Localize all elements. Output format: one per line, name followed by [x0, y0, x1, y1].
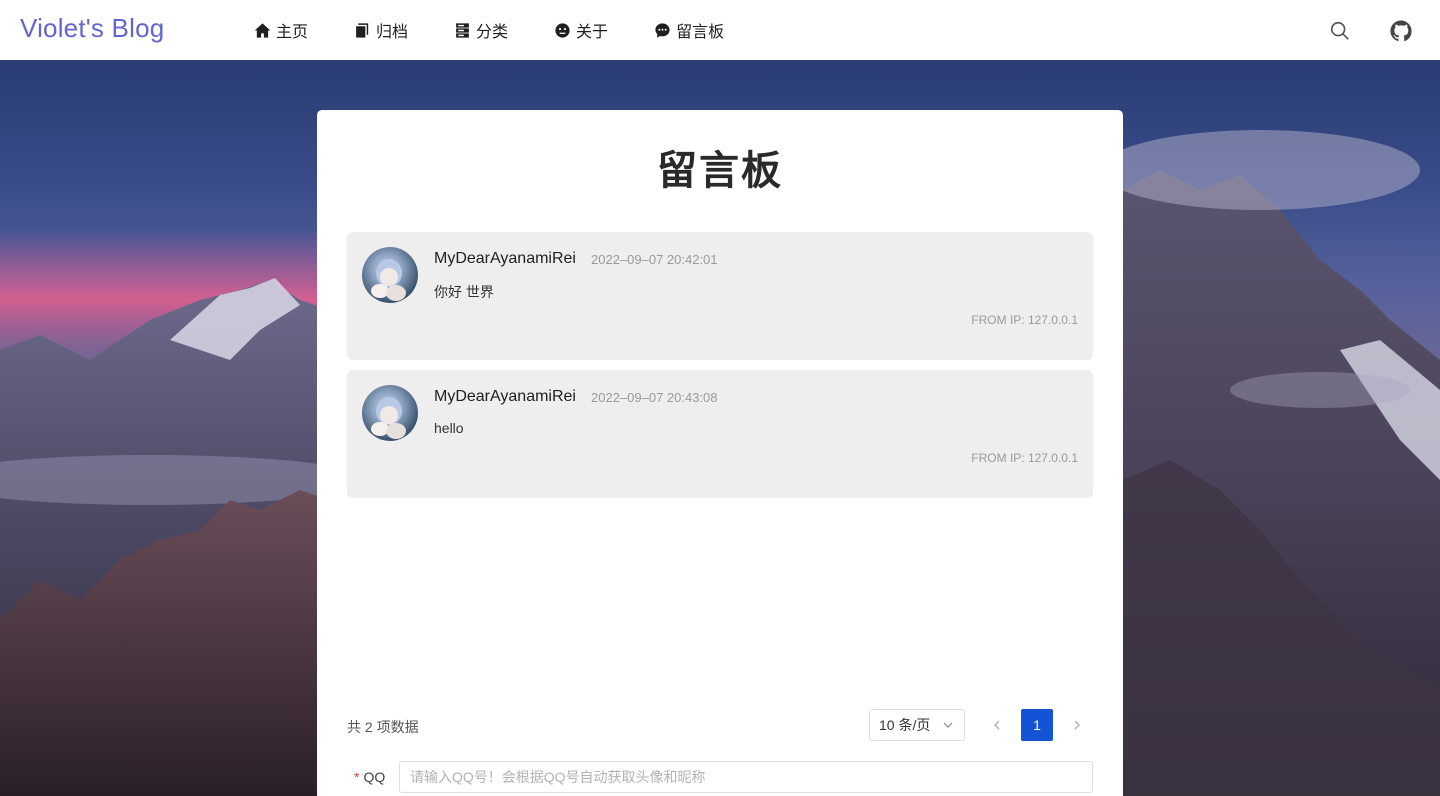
avatar-image: [371, 397, 406, 439]
message-timestamp: 2022–09–07 20:42:01: [591, 252, 718, 267]
avatar-image: [371, 259, 406, 301]
page-size-select[interactable]: 10 条/页: [869, 709, 965, 741]
page-title: 留言板: [657, 149, 783, 193]
search-icon[interactable]: [1329, 20, 1351, 42]
page-prev-button[interactable]: [988, 715, 1006, 735]
avatar: [362, 385, 418, 441]
message-item: MyDearAyanamiRei 2022–09–07 20:42:01 你好 …: [347, 232, 1093, 360]
nav-item-label: 分类: [476, 24, 509, 41]
site-logo[interactable]: Violet's Blog: [20, 13, 164, 44]
chevron-down-icon: [943, 722, 953, 728]
nav-item-about[interactable]: 关于: [554, 0, 608, 60]
message-ip: FROM IP: 127.0.0.1: [971, 313, 1078, 327]
message-timestamp: 2022–09–07 20:43:08: [591, 390, 718, 405]
nav-item-archive[interactable]: 归档: [354, 0, 408, 60]
qq-field-label: * QQ: [354, 769, 385, 785]
qq-label-text: QQ: [363, 769, 386, 785]
message-item: MyDearAyanamiRei 2022–09–07 20:43:08 hel…: [347, 370, 1093, 498]
page-size-value: 10 条/页: [879, 717, 931, 733]
nav-item-label: 归档: [376, 24, 409, 41]
nav-item-category[interactable]: 分类: [454, 0, 508, 60]
top-header: Violet's Blog 主页 归档 分类 关于 留言板: [0, 0, 1440, 60]
nav-item-message-board[interactable]: 留言板: [654, 0, 724, 60]
page-number-current[interactable]: 1: [1021, 709, 1053, 741]
page-next-button[interactable]: [1068, 715, 1086, 735]
github-icon[interactable]: [1390, 20, 1412, 42]
archive-icon: [356, 22, 369, 38]
nav-item-label: 主页: [276, 24, 309, 41]
message-author: MyDearAyanamiRei: [434, 388, 576, 405]
pagination-total: 共 2 项数据: [347, 719, 419, 735]
nav-item-label: 留言板: [676, 24, 725, 41]
nav-item-label: 关于: [576, 24, 609, 41]
main-nav: 主页 归档 分类 关于 留言板: [254, 0, 770, 60]
category-icon: [456, 22, 469, 38]
avatar: [362, 247, 418, 303]
message-text: hello: [434, 420, 464, 436]
about-icon: [555, 22, 570, 38]
required-mark: *: [354, 769, 360, 785]
message-author: MyDearAyanamiRei: [434, 250, 576, 267]
qq-input[interactable]: [399, 761, 1093, 793]
nav-item-home[interactable]: 主页: [254, 0, 308, 60]
message-text: 你好 世界: [434, 284, 494, 300]
home-icon: [254, 22, 271, 38]
message-ip: FROM IP: 127.0.0.1: [971, 451, 1078, 465]
message-board-icon: [655, 22, 670, 38]
